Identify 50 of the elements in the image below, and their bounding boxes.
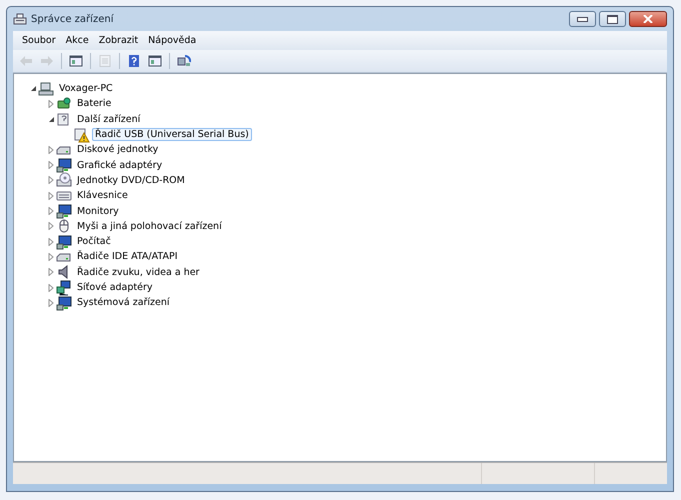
window-pane-icon[interactable]	[146, 53, 164, 69]
collapse-arrow-icon[interactable]	[30, 85, 36, 92]
device-manager-icon	[13, 12, 27, 26]
tree-item[interactable]: Počítač	[74, 235, 114, 248]
computer-icon	[38, 80, 54, 97]
expand-arrow-icon[interactable]	[48, 298, 54, 307]
expand-arrow-icon[interactable]	[48, 238, 54, 246]
expand-arrow-icon[interactable]	[48, 176, 54, 184]
tree-item[interactable]: Systémová zařízení	[74, 296, 173, 310]
tree-item[interactable]: Řadič USB (Universal Serial Bus)	[92, 128, 252, 142]
network-adapter-icon	[56, 280, 72, 296]
menu-item[interactable]: Akce	[60, 35, 94, 46]
expand-arrow-icon[interactable]	[48, 222, 54, 230]
tree-item[interactable]: Grafické adaptéry	[74, 158, 166, 172]
tree-item[interactable]: Voxager-PC	[56, 82, 116, 96]
scan-hardware-icon[interactable]	[175, 53, 193, 69]
tree-item[interactable]: Myši a jiná polohovací zařízení	[74, 220, 225, 233]
expand-arrow-icon[interactable]	[48, 192, 54, 200]
monitor-icon	[56, 157, 72, 174]
expand-arrow-icon[interactable]	[48, 284, 54, 292]
tree-item[interactable]: Jednotky DVD/CD-ROM	[74, 174, 188, 187]
tree-item[interactable]: Řadiče zvuku, videa a her	[74, 266, 202, 279]
menu-item[interactable]: Soubor	[17, 35, 61, 46]
expand-arrow-icon[interactable]	[48, 207, 54, 216]
monitor-icon	[56, 294, 72, 311]
tree-item[interactable]: Síťové adaptéry	[74, 281, 156, 294]
menu-item[interactable]: Nápověda	[143, 35, 202, 46]
tree-item[interactable]: Klávesnice	[74, 189, 131, 202]
expand-arrow-icon[interactable]	[48, 161, 54, 170]
window-title: Správce zařízení	[31, 14, 114, 24]
tree-item[interactable]: Monitory	[74, 204, 122, 218]
monitor-icon	[56, 203, 72, 220]
close-icon	[643, 15, 653, 23]
tree-item[interactable]: Další zařízení	[74, 112, 144, 126]
maximize-button[interactable]	[599, 11, 626, 27]
expand-arrow-icon[interactable]	[48, 100, 54, 108]
tree-item[interactable]: Řadiče IDE ATA/ATAPI	[74, 250, 180, 264]
collapse-arrow-icon[interactable]	[48, 116, 54, 123]
warning-device-icon	[74, 126, 90, 143]
monitor-icon	[56, 234, 72, 250]
tree-item[interactable]: Baterie	[74, 97, 114, 110]
tree-item[interactable]: Diskové jednotky	[74, 143, 162, 156]
expand-arrow-icon[interactable]	[48, 252, 54, 261]
minimize-button[interactable]	[569, 11, 596, 27]
window-pane-icon[interactable]	[67, 53, 85, 69]
close-button[interactable]	[629, 11, 667, 27]
optical-drive-icon	[56, 172, 72, 188]
expand-arrow-icon[interactable]	[48, 268, 54, 276]
expand-arrow-icon[interactable]	[48, 146, 54, 154]
menu-item[interactable]: Zobrazit	[94, 35, 144, 46]
